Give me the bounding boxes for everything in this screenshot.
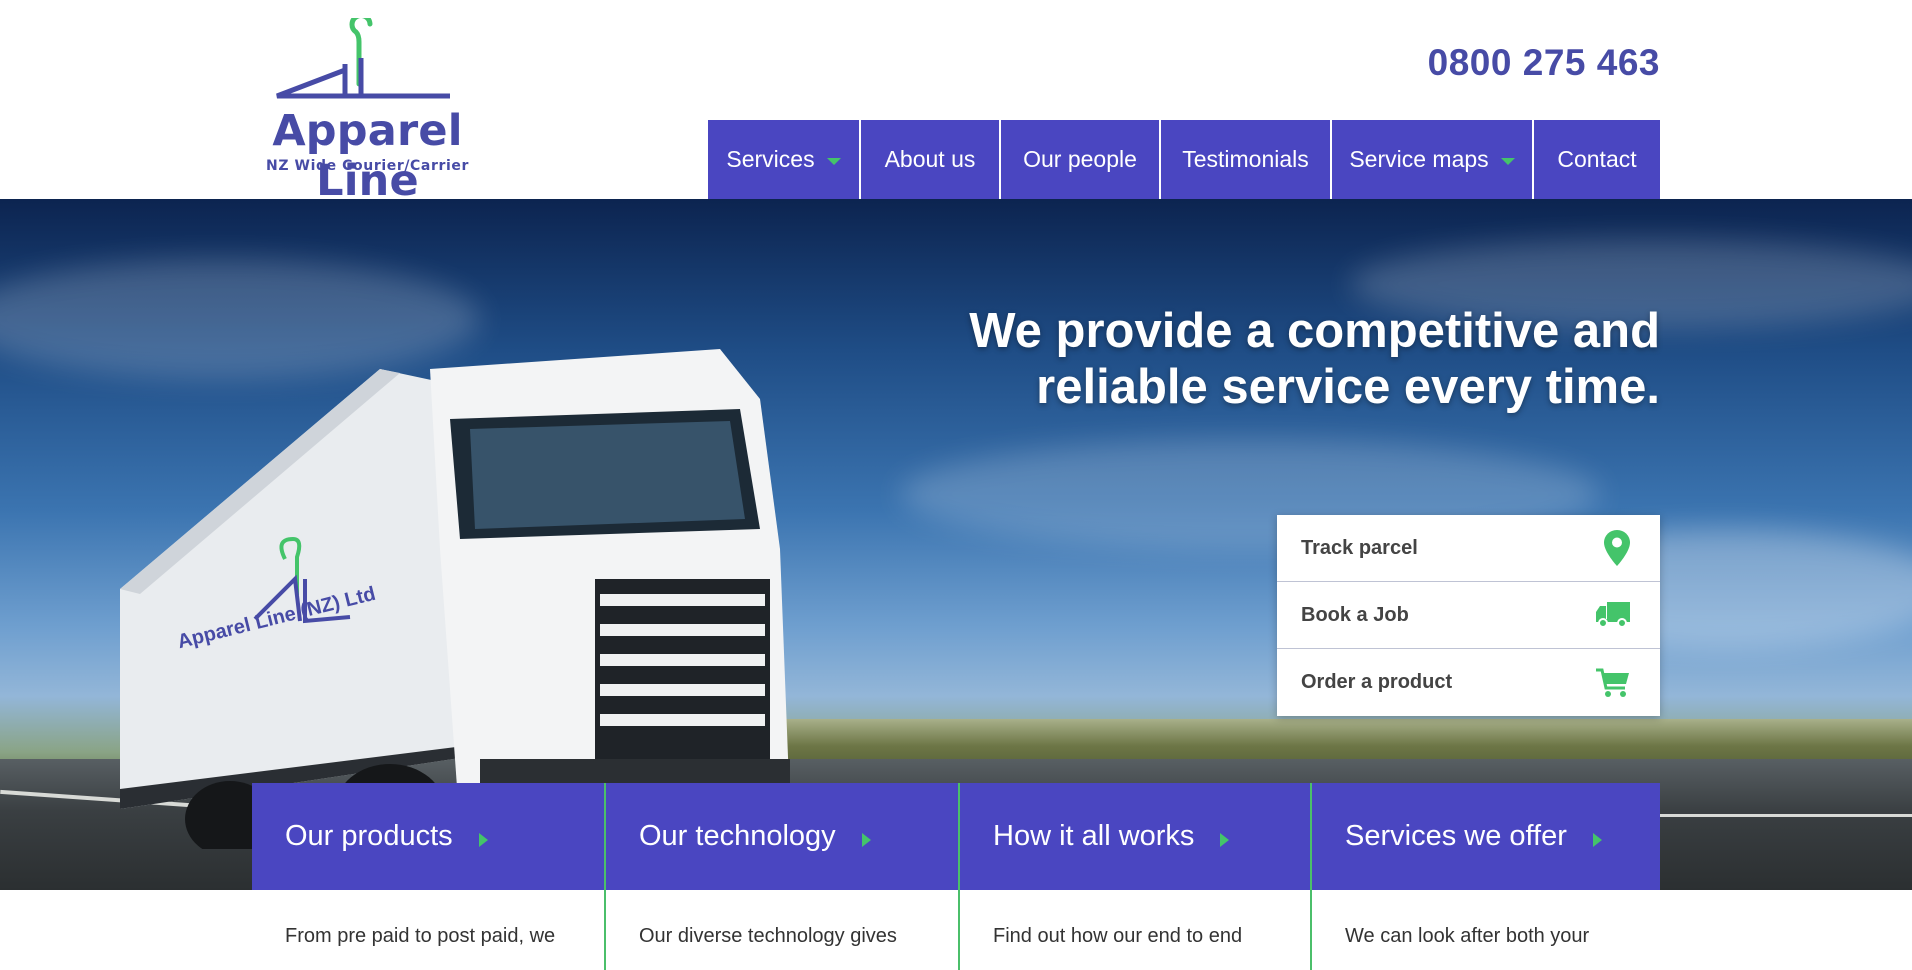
feature-heading-link[interactable]: Our products [252, 783, 604, 890]
chevron-right-icon [861, 832, 871, 847]
feature-title: How it all works [993, 820, 1195, 852]
feature-title: Our technology [639, 820, 836, 852]
nav-item-label: Services [726, 146, 815, 172]
track-parcel-link[interactable]: Track parcel [1277, 515, 1660, 582]
logo-title: Apparel Line [272, 106, 463, 206]
feature-description: We can look after both your [1312, 890, 1660, 970]
chevron-down-icon [1500, 157, 1515, 165]
quick-links-panel: Track parcel Book a Job Order a product [1277, 515, 1660, 716]
logo-mark-icon [276, 18, 450, 99]
shopping-cart-icon [1596, 668, 1629, 697]
order-a-product-link[interactable]: Order a product [1277, 649, 1660, 716]
feature-description: Find out how our end to end [960, 890, 1310, 970]
feature-heading-link[interactable]: Our technology [606, 783, 958, 890]
feature-services-we-offer: Services we offer We can look after both… [1310, 783, 1660, 970]
hero-headline-line-1: We provide a competitive and [969, 304, 1660, 358]
nav-item-testimonials[interactable]: Testimonials [1161, 120, 1332, 199]
feature-title: Our products [285, 820, 453, 852]
map-pin-icon [1604, 530, 1630, 566]
feature-our-products: Our products From pre paid to post paid,… [252, 783, 604, 970]
feature-heading-link[interactable]: How it all works [960, 783, 1310, 890]
feature-our-technology: Our technology Our diverse technology gi… [604, 783, 958, 970]
nav-item-label: Service maps [1349, 146, 1489, 172]
truck-image [120, 349, 790, 849]
nav-item-services[interactable]: Services [708, 120, 861, 199]
logo[interactable]: Apparel Line NZ Wide Courier/Carrier [250, 18, 485, 206]
nav-item-service-maps[interactable]: Service maps [1332, 120, 1534, 199]
phone-number[interactable]: 0800 275 463 [1428, 42, 1660, 84]
quick-link-label: Order a product [1301, 671, 1453, 693]
chevron-right-icon [1592, 832, 1602, 847]
hero-headline-line-2: reliable service every time. [1036, 360, 1660, 414]
chevron-right-icon [478, 832, 488, 847]
chevron-down-icon [826, 157, 841, 165]
nav-item-label: About us [884, 146, 976, 172]
feature-description: Our diverse technology gives [606, 890, 958, 970]
main-nav: Services About us Our people Testimonial… [708, 120, 1660, 199]
logo-tagline: NZ Wide Courier/Carrier [266, 158, 469, 174]
nav-item-label: Contact [1557, 146, 1637, 172]
book-a-job-link[interactable]: Book a Job [1277, 582, 1660, 649]
road-marking [1660, 814, 1912, 817]
site-header: Apparel Line NZ Wide Courier/Carrier 080… [0, 0, 1912, 206]
nav-item-label: Our people [1023, 146, 1137, 172]
nav-item-label: Testimonials [1182, 146, 1309, 172]
feature-description: From pre paid to post paid, we [252, 890, 604, 970]
quick-link-label: Book a Job [1301, 603, 1409, 626]
nav-item-contact[interactable]: Contact [1534, 120, 1660, 199]
feature-how-it-all-works: How it all works Find out how our end to… [958, 783, 1310, 970]
hero-headline: We provide a competitive and reliable se… [900, 303, 1660, 415]
feature-heading-link[interactable]: Services we offer [1312, 783, 1660, 890]
chevron-right-icon [1220, 832, 1230, 847]
feature-columns: Our products From pre paid to post paid,… [252, 783, 1660, 970]
truck-icon [1596, 602, 1630, 628]
feature-title: Services we offer [1345, 820, 1567, 852]
nav-item-our-people[interactable]: Our people [1001, 120, 1161, 199]
quick-link-label: Track parcel [1301, 536, 1418, 559]
nav-item-about-us[interactable]: About us [861, 120, 1001, 199]
